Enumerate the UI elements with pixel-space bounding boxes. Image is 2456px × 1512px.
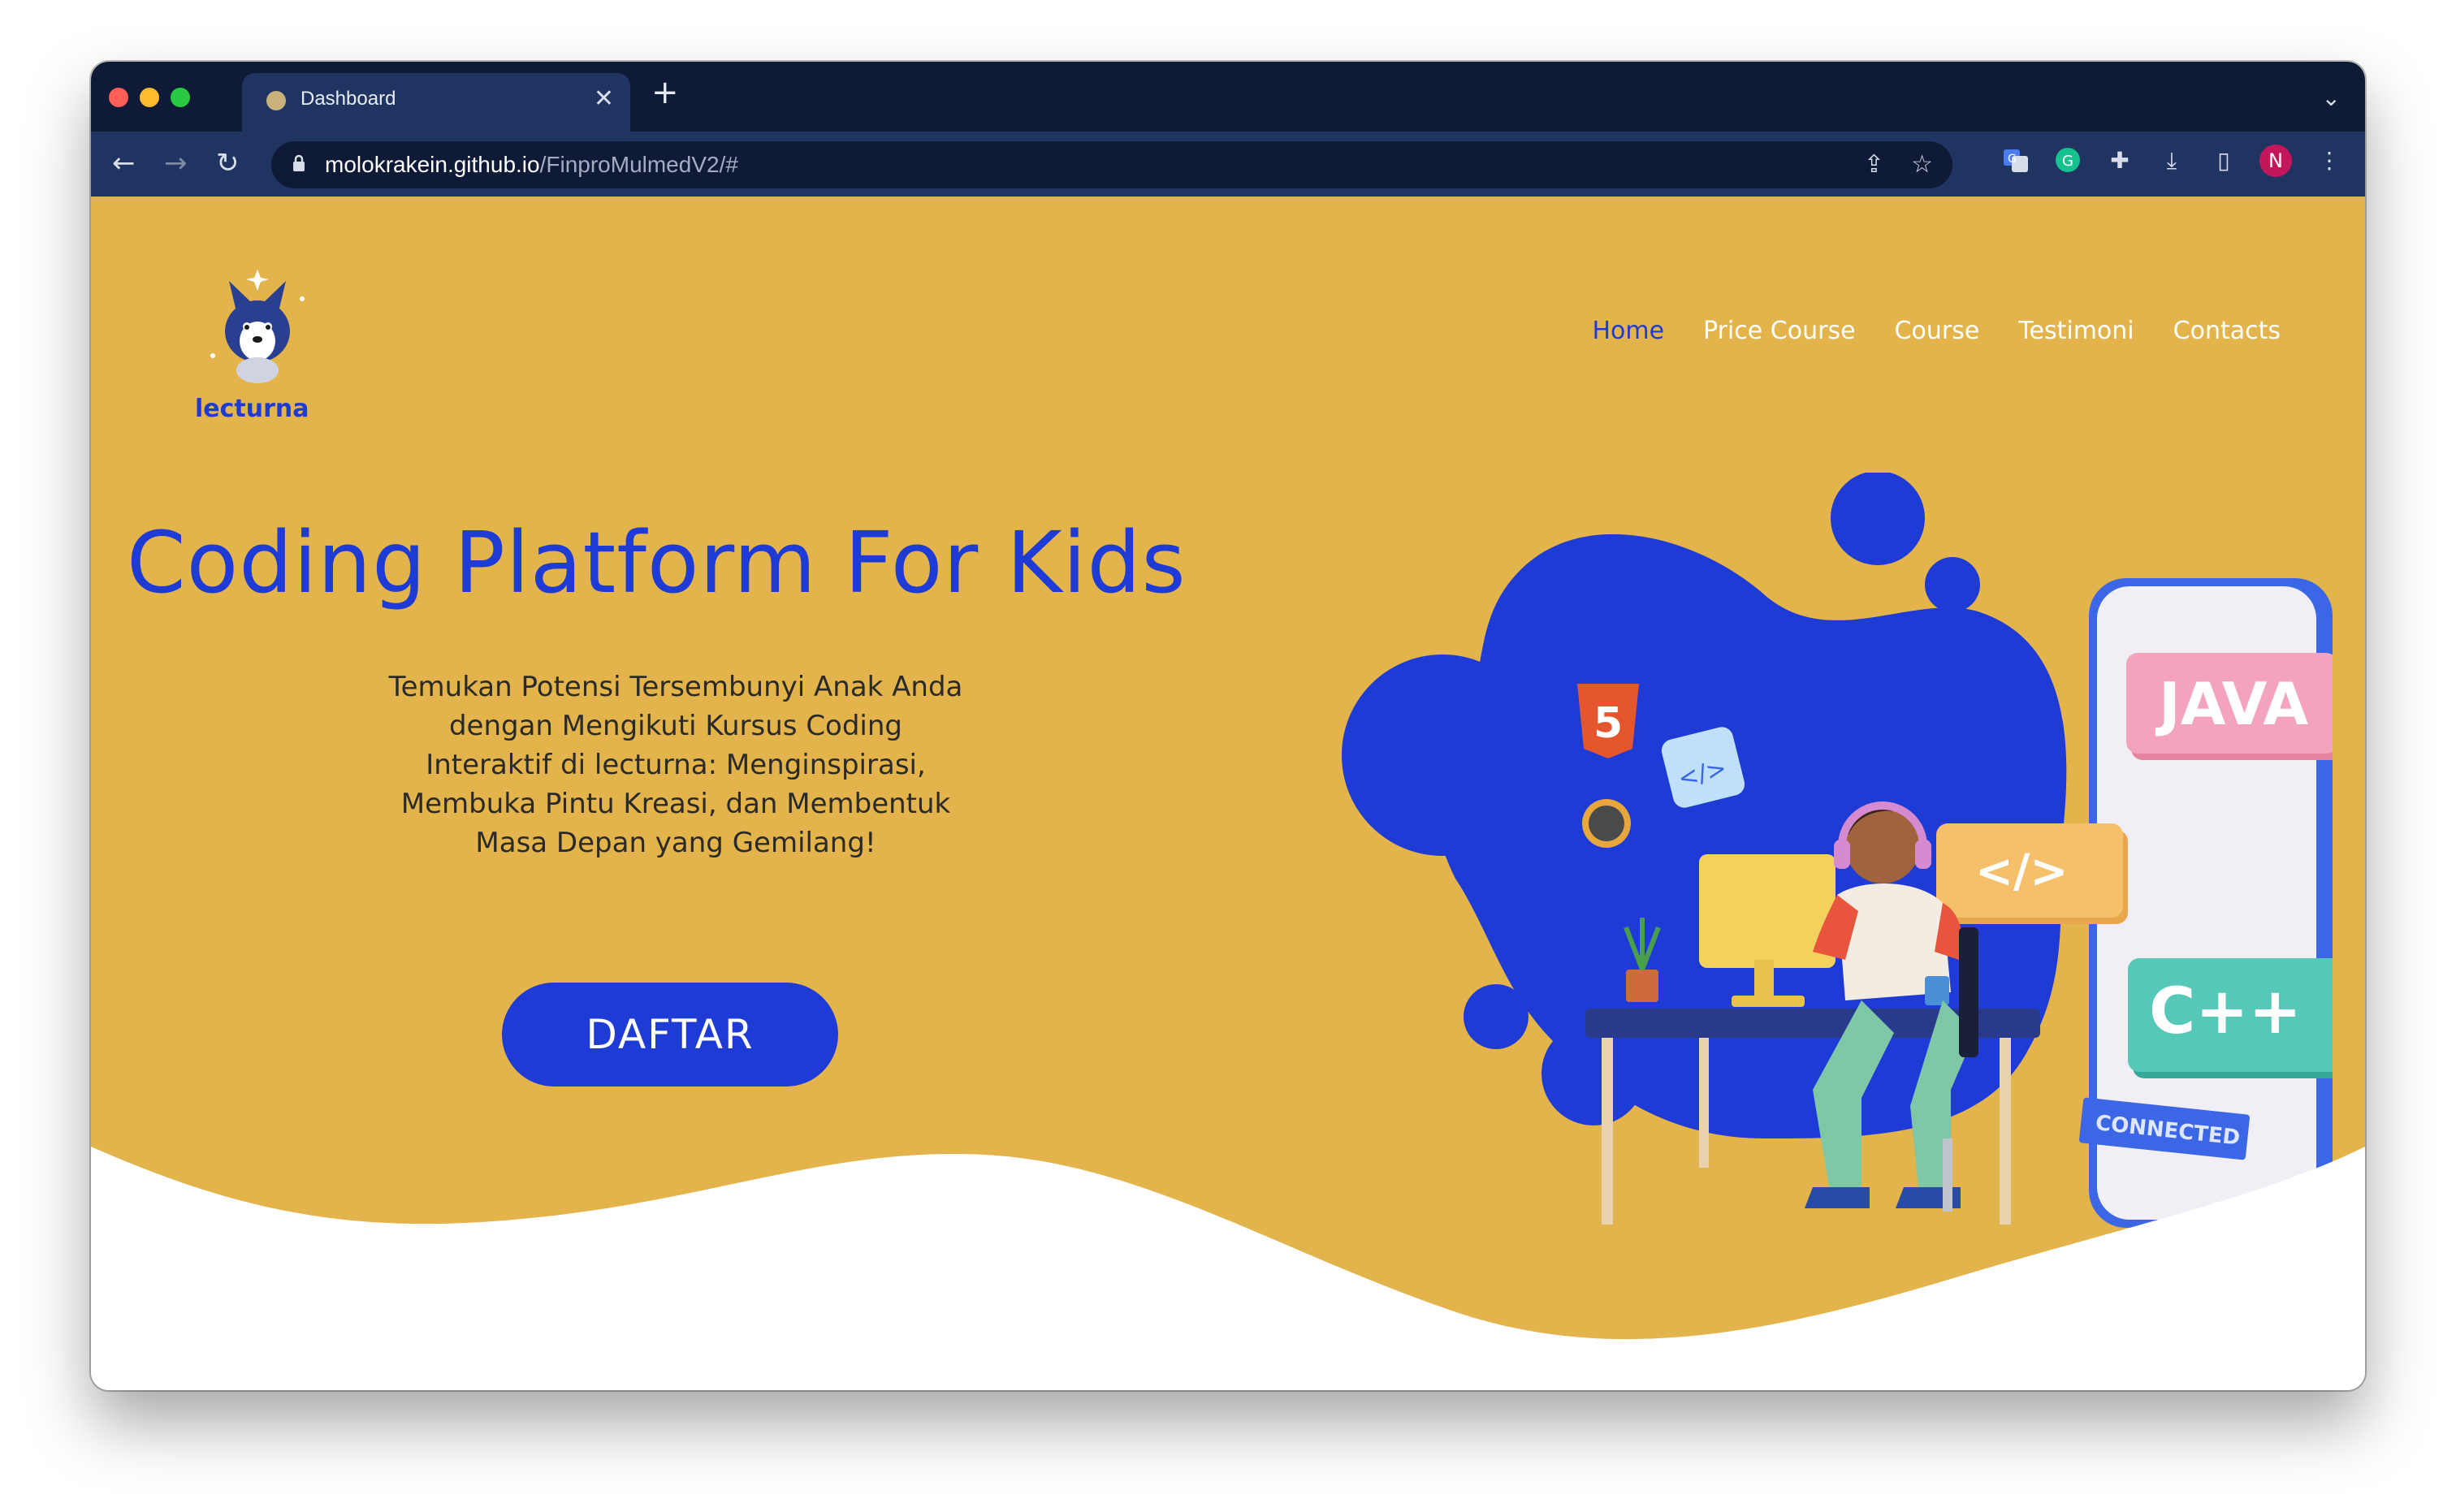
nav-link-course[interactable]: Course [1895,317,1980,345]
close-window-button[interactable] [109,88,128,107]
forward-icon[interactable]: → [164,145,188,182]
mug [1925,976,1949,1005]
menu-icon[interactable]: ⋮ [2315,146,2344,175]
brand-name: lecturna [195,395,309,423]
url-text: molokrakein.github.io/FinproMulmedV2/# [325,152,738,178]
blue-circle-small [1464,984,1529,1049]
lecturna-logo[interactable] [188,266,326,404]
minimize-window-button[interactable] [140,88,159,107]
nav-link-testimoni[interactable]: Testimoni [2018,317,2134,345]
plant-pot [1626,970,1658,1002]
svg-text:G: G [2062,153,2073,170]
share-icon[interactable]: ⇪ [1864,149,1884,180]
zoom-window-button[interactable] [171,88,190,107]
blue-circle-top [1831,473,1925,565]
sidepanel-icon[interactable]: ▯ [2209,146,2238,175]
translate-icon[interactable]: G [2001,146,2030,175]
address-bar[interactable]: molokrakein.github.io/FinproMulmedV2/# ⇪… [271,141,1952,188]
cpp-card-label: C++ [2149,975,2302,1048]
nav-link-home[interactable]: Home [1592,317,1664,345]
download-icon[interactable]: ⤓ [2157,146,2186,175]
tab-dashboard[interactable]: Dashboard ✕ [242,73,630,132]
new-tab-button[interactable]: + [651,76,679,109]
page-content: lecturna Home Price Course Course Testim… [91,197,2365,1390]
hero-description: Temukan Potensi Tersembunyi Anak Anda de… [388,671,963,859]
bottom-wave [91,1147,2365,1390]
tab-search-icon[interactable]: ⌄ [2322,84,2341,111]
profile-avatar[interactable]: N [2259,145,2292,177]
tab-close-icon[interactable]: ✕ [594,84,614,113]
main-nav: Home Price Course Course Testimoni Conta… [1592,317,2281,345]
url-path: /FinproMulmedV2/# [539,152,738,177]
java-card-label: JAVA [2155,670,2308,738]
back-icon[interactable]: ← [112,145,136,182]
nav-link-contacts[interactable]: Contacts [2173,317,2281,345]
nav-link-price-course[interactable]: Price Course [1703,317,1855,345]
extensions-icon[interactable]: ✚ [2105,146,2134,175]
code-card-label: </> [1975,845,2068,898]
svg-text:5: 5 [1593,699,1623,748]
chair [1959,927,1978,1057]
svg-text:G: G [2008,153,2017,166]
star-icon[interactable]: ☆ [1911,149,1933,180]
tab-strip: Dashboard ✕ + ⌄ [91,62,2365,132]
browser-window: Dashboard ✕ + ⌄ ← → ↻ molokrakein.github… [91,62,2365,1390]
favicon-icon [266,91,286,110]
reload-icon[interactable]: ↻ [216,145,240,182]
tab-title: Dashboard [301,88,396,110]
grammarly-icon[interactable]: G [2053,146,2082,175]
hero-title: Coding Platform For Kids [127,513,1187,612]
url-host: molokrakein.github.io [325,152,540,177]
lock-icon [293,154,305,171]
daftar-button[interactable]: DAFTAR [502,983,838,1086]
blue-circle-large [1342,654,1543,856]
blue-circle-top-small [1925,557,1980,612]
